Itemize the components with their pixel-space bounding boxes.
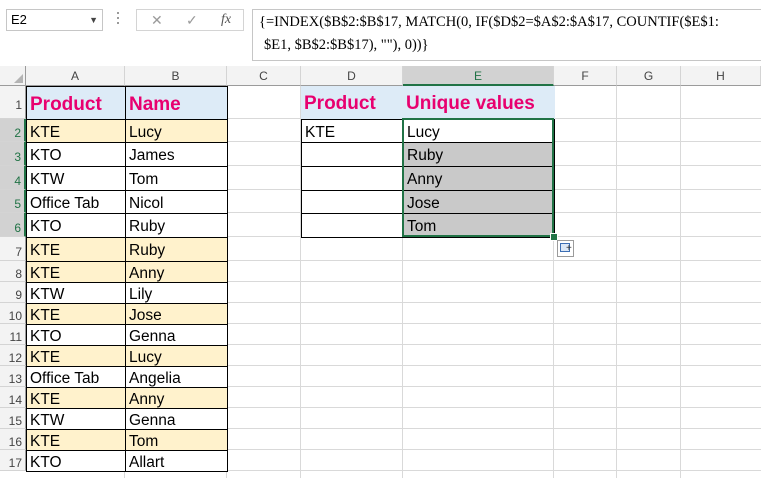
row-header-2[interactable]: 2 [0,119,26,142]
table1-product-cell[interactable]: KTE [26,119,126,143]
row-header-9[interactable]: 9 [0,282,26,303]
table1-product-cell[interactable]: KTE [26,237,126,262]
cancel-icon[interactable]: ✕ [151,10,163,30]
row-header-11[interactable]: 11 [0,324,26,345]
column-header-g[interactable]: G [617,66,681,86]
table1-name-cell[interactable]: Genna [125,324,228,346]
column-header-c[interactable]: C [227,66,301,86]
table1-product-cell[interactable]: KTW [26,282,126,304]
row-header-5[interactable]: 5 [0,190,26,213]
quick-analysis-icon[interactable] [557,240,574,257]
gridline [616,86,617,478]
table1-product-cell[interactable]: KTW [26,408,126,430]
table1-header-name[interactable]: Name [125,86,228,120]
formula-buttons: ✕ ✓ fx [136,9,244,31]
formula-line-2: $E1, $B$2:$B$17), ""), 0))} [264,37,429,53]
table1-name-cell[interactable]: Allart [125,450,228,472]
table1-product-cell[interactable]: Office Tab [26,190,126,214]
enter-icon[interactable]: ✓ [186,10,198,30]
table1-name-cell[interactable]: Genna [125,408,228,430]
row-header-17[interactable]: 17 [0,450,26,471]
name-box-value: E2 [11,12,27,27]
unique-value-cell[interactable]: Ruby [403,142,555,167]
table1-name-cell[interactable]: James [125,142,228,167]
formula-bar-area: E2 ▼ ✕ ✓ fx {=INDEX($B$2:$B$17, MATCH(0,… [0,0,761,63]
chevron-down-icon[interactable]: ▼ [89,10,98,30]
unique-value-cell[interactable]: Lucy [403,119,555,143]
unique-value-cell[interactable]: Jose [403,190,555,214]
table1-name-cell[interactable]: Tom [125,429,228,451]
table1-name-cell[interactable]: Nicol [125,190,228,214]
table1-product-cell[interactable]: KTO [26,450,126,472]
row-header-8[interactable]: 8 [0,261,26,282]
row-header-7[interactable]: 7 [0,237,26,261]
table1-product-cell[interactable]: KTO [26,142,126,167]
table1-name-cell[interactable]: Jose [125,303,228,325]
row-header-16[interactable]: 16 [0,429,26,450]
table1-name-cell[interactable]: Tom [125,166,228,191]
column-header-b[interactable]: B [125,66,227,86]
column-header-e[interactable]: E [403,66,554,86]
insert-function-icon[interactable]: fx [221,10,231,30]
row-header-15[interactable]: 15 [0,408,26,429]
select-all-corner[interactable] [0,66,26,86]
table2-product-cell[interactable] [301,190,404,214]
table1-product-cell[interactable]: KTW [26,166,126,191]
table1-name-cell[interactable]: Lily [125,282,228,304]
column-header-f[interactable]: F [554,66,617,86]
table2-header-unique[interactable]: Unique values [403,86,555,120]
row-header-14[interactable]: 14 [0,387,26,408]
table1-product-cell[interactable]: KTO [26,324,126,346]
table1-name-cell[interactable]: Ruby [125,237,228,262]
unique-value-cell[interactable]: Tom [403,213,555,238]
column-header-a[interactable]: A [26,66,125,86]
table1-name-cell[interactable]: Anny [125,261,228,283]
table2-product-cell[interactable] [301,166,404,191]
formula-line-1: {=INDEX($B$2:$B$17, MATCH(0, IF($D$2=$A$… [259,14,719,30]
table1-name-cell[interactable]: Angelia [125,366,228,388]
drag-handle-icon[interactable] [116,12,120,28]
column-header-h[interactable]: H [681,66,761,86]
row-header-10[interactable]: 10 [0,303,26,324]
column-header-d[interactable]: D [301,66,403,86]
row-header-12[interactable]: 12 [0,345,26,366]
row-header-4[interactable]: 4 [0,166,26,190]
row-header-6[interactable]: 6 [0,213,26,237]
table2-product-cell[interactable] [301,213,404,238]
table1-name-cell[interactable]: Lucy [125,119,228,143]
table2-product-cell[interactable]: KTE [301,119,404,143]
row-header-3[interactable]: 3 [0,142,26,166]
row-header-1[interactable]: 1 [0,86,26,119]
gridline [680,86,681,478]
formula-input[interactable]: {=INDEX($B$2:$B$17, MATCH(0, IF($D$2=$A$… [252,9,761,61]
table1-name-cell[interactable]: Ruby [125,213,228,238]
table2-header-product[interactable]: Product [301,86,404,120]
table1-product-cell[interactable]: Office Tab [26,366,126,388]
table1-product-cell[interactable]: KTO [26,213,126,238]
name-box[interactable]: E2 ▼ [6,9,103,31]
table1-product-cell[interactable]: KTE [26,387,126,409]
table2-product-cell[interactable] [301,142,404,167]
table1-name-cell[interactable]: Anny [125,387,228,409]
table1-product-cell[interactable]: KTE [26,261,126,283]
table1-product-cell[interactable]: KTE [26,303,126,325]
table1-name-cell[interactable]: Lucy [125,345,228,367]
row-header-13[interactable]: 13 [0,366,26,387]
table1-product-cell[interactable]: KTE [26,345,126,367]
table1-header-product[interactable]: Product [26,86,126,120]
unique-value-cell[interactable]: Anny [403,166,555,191]
table1-product-cell[interactable]: KTE [26,429,126,451]
